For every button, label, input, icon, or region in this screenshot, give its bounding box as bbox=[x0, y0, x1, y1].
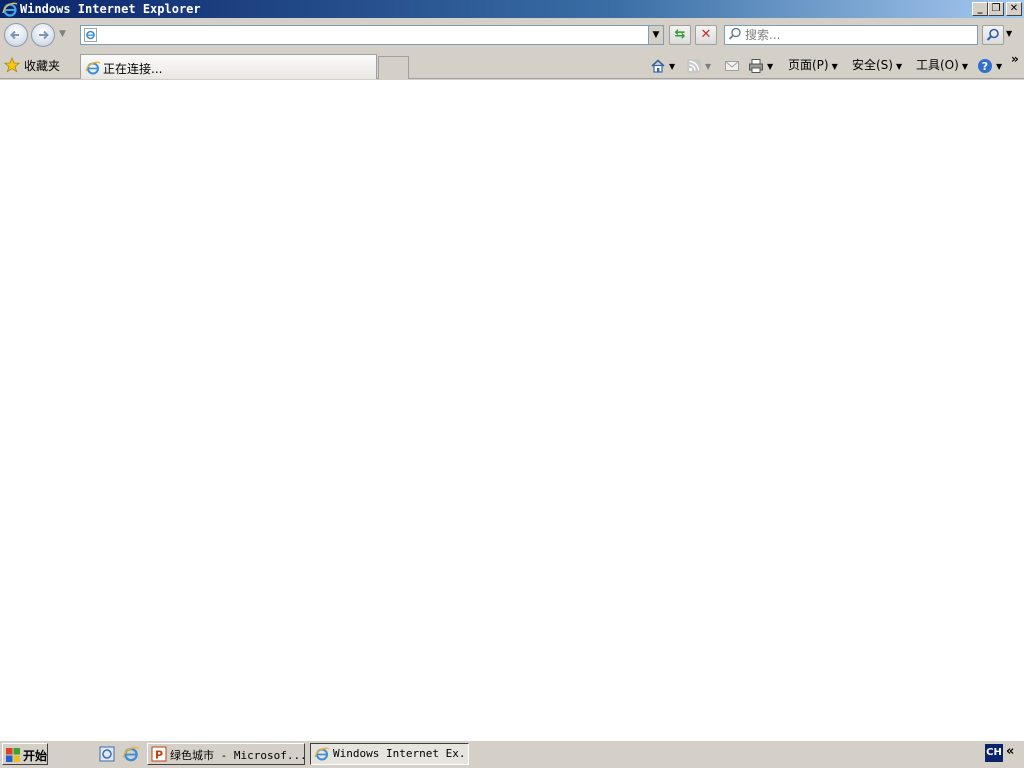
ie-logo-icon bbox=[2, 1, 18, 17]
command-bar: 收藏夹 正在连接... ▼ ▼ ▼ 页面(P) ▼ 安全(S) ▼ 工具(O) ▼ ?… bbox=[0, 52, 1024, 79]
address-bar[interactable]: ▼ bbox=[80, 25, 664, 45]
task-powerpoint[interactable]: P 绿色城市 - Microsof... bbox=[147, 743, 305, 765]
refresh-icon: ⇆ bbox=[674, 27, 686, 42]
page-icon bbox=[83, 27, 99, 43]
recent-pages-dropdown[interactable]: ▼ bbox=[59, 29, 66, 39]
address-dropdown-button[interactable]: ▼ bbox=[648, 26, 663, 44]
search-options-dropdown[interactable]: ▼ bbox=[1006, 29, 1012, 38]
ie-tab-icon bbox=[85, 60, 101, 79]
mail-icon bbox=[725, 60, 739, 71]
tab-current[interactable]: 正在连接... bbox=[80, 54, 377, 79]
minimize-button[interactable]: _ bbox=[972, 2, 988, 16]
window-title: Windows Internet Explorer bbox=[20, 2, 201, 16]
refresh-button[interactable]: ⇆ bbox=[669, 25, 691, 45]
task-label: 绿色城市 - Microsof... bbox=[170, 749, 305, 762]
chevron-right-double-icon[interactable]: » bbox=[1011, 52, 1019, 66]
language-indicator[interactable]: CH bbox=[985, 744, 1003, 762]
forward-button[interactable] bbox=[31, 23, 55, 47]
ie-icon bbox=[314, 746, 330, 764]
help-icon: ? bbox=[978, 58, 992, 73]
page-menu-label: 页面(P) bbox=[788, 58, 829, 72]
printer-icon bbox=[749, 58, 763, 73]
powerpoint-icon: P bbox=[151, 746, 167, 764]
search-provider-icon bbox=[728, 27, 742, 44]
home-icon bbox=[651, 58, 665, 73]
restore-button[interactable]: ❐ bbox=[988, 2, 1004, 16]
search-box[interactable] bbox=[724, 25, 978, 45]
tools-menu[interactable]: 工具(O) ▼ bbox=[916, 56, 968, 74]
task-label: Windows Internet Ex... bbox=[333, 747, 469, 760]
svg-text:?: ? bbox=[982, 60, 988, 73]
stop-icon: ✕ bbox=[700, 27, 712, 42]
home-button[interactable]: ▼ bbox=[650, 56, 675, 74]
search-icon bbox=[986, 28, 999, 41]
svg-text:P: P bbox=[155, 749, 163, 762]
quicklaunch-desktop-icon[interactable] bbox=[98, 745, 116, 766]
new-tab-button[interactable] bbox=[378, 56, 409, 79]
tab-label: 正在连接... bbox=[103, 62, 163, 76]
close-button[interactable]: ✕ bbox=[1006, 2, 1022, 16]
safety-menu[interactable]: 安全(S) ▼ bbox=[852, 56, 902, 74]
safety-menu-label: 安全(S) bbox=[852, 58, 893, 72]
quicklaunch-ie-icon[interactable] bbox=[122, 745, 140, 766]
start-label: 开始 bbox=[23, 749, 48, 763]
windows-logo-icon bbox=[5, 747, 21, 766]
favorites-label: 收藏夹 bbox=[24, 59, 61, 73]
rss-feed-icon bbox=[687, 58, 701, 73]
star-icon bbox=[3, 56, 21, 76]
search-button[interactable] bbox=[982, 25, 1004, 45]
start-button[interactable]: 开始 bbox=[2, 743, 48, 765]
forward-arrow-icon bbox=[39, 30, 49, 40]
print-button[interactable]: ▼ bbox=[748, 56, 773, 74]
back-arrow-icon bbox=[10, 30, 19, 40]
search-input[interactable] bbox=[745, 27, 973, 43]
page-menu[interactable]: 页面(P) ▼ bbox=[788, 56, 838, 74]
tools-menu-label: 工具(O) bbox=[916, 58, 959, 72]
taskbar: 开始 P 绿色城市 - Microsof... Windows Internet… bbox=[0, 740, 1024, 768]
task-internet-explorer[interactable]: Windows Internet Ex... bbox=[310, 743, 469, 765]
help-button[interactable]: ? ▼ bbox=[977, 56, 1002, 74]
feeds-button[interactable]: ▼ bbox=[686, 56, 711, 74]
navigation-bar: ▼ ▼ ⇆ ✕ ▼ bbox=[0, 18, 1024, 52]
address-input[interactable] bbox=[101, 27, 641, 43]
page-content[interactable] bbox=[0, 80, 1024, 740]
stop-button[interactable]: ✕ bbox=[695, 25, 717, 45]
title-bar[interactable]: Windows Internet Explorer _ ❐ ✕ bbox=[0, 0, 1024, 18]
tray-expand-button[interactable]: « bbox=[1006, 744, 1014, 759]
mail-button[interactable] bbox=[724, 56, 740, 74]
back-button[interactable] bbox=[4, 23, 28, 47]
